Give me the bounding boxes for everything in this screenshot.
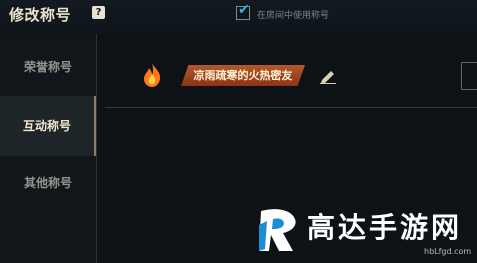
watermark-url: hbLfgd.com: [424, 247, 472, 256]
row-divider: [105, 107, 477, 108]
title-badge-label: 凉雨疏寒的火热密友: [193, 69, 293, 82]
fire-icon: [144, 63, 161, 87]
use-in-room-label[interactable]: 在房间中使用称号: [257, 8, 329, 21]
use-in-room-checkbox[interactable]: ✔: [236, 2, 250, 20]
selection-frame[interactable]: [461, 62, 477, 90]
page-title: 修改称号: [9, 6, 72, 24]
pencil-icon[interactable]: [319, 68, 337, 84]
checkmark-icon: ✔: [238, 2, 250, 18]
sidebar-item-other-titles[interactable]: 其他称号: [0, 154, 96, 212]
sidebar-item-honor-titles[interactable]: 荣誉称号: [0, 38, 96, 96]
watermark-brand: 高达手游网: [307, 211, 463, 244]
sidebar: 荣誉称号 互动称号 其他称号: [0, 34, 96, 263]
title-badge[interactable]: 凉雨疏寒的火热密友: [181, 65, 305, 86]
sidebar-item-interactive-titles[interactable]: 互动称号: [0, 96, 96, 156]
help-icon[interactable]: ?: [92, 6, 105, 19]
brand-logo-icon: [259, 209, 296, 251]
header: 修改称号 ? ✔ 在房间中使用称号: [0, 0, 477, 34]
